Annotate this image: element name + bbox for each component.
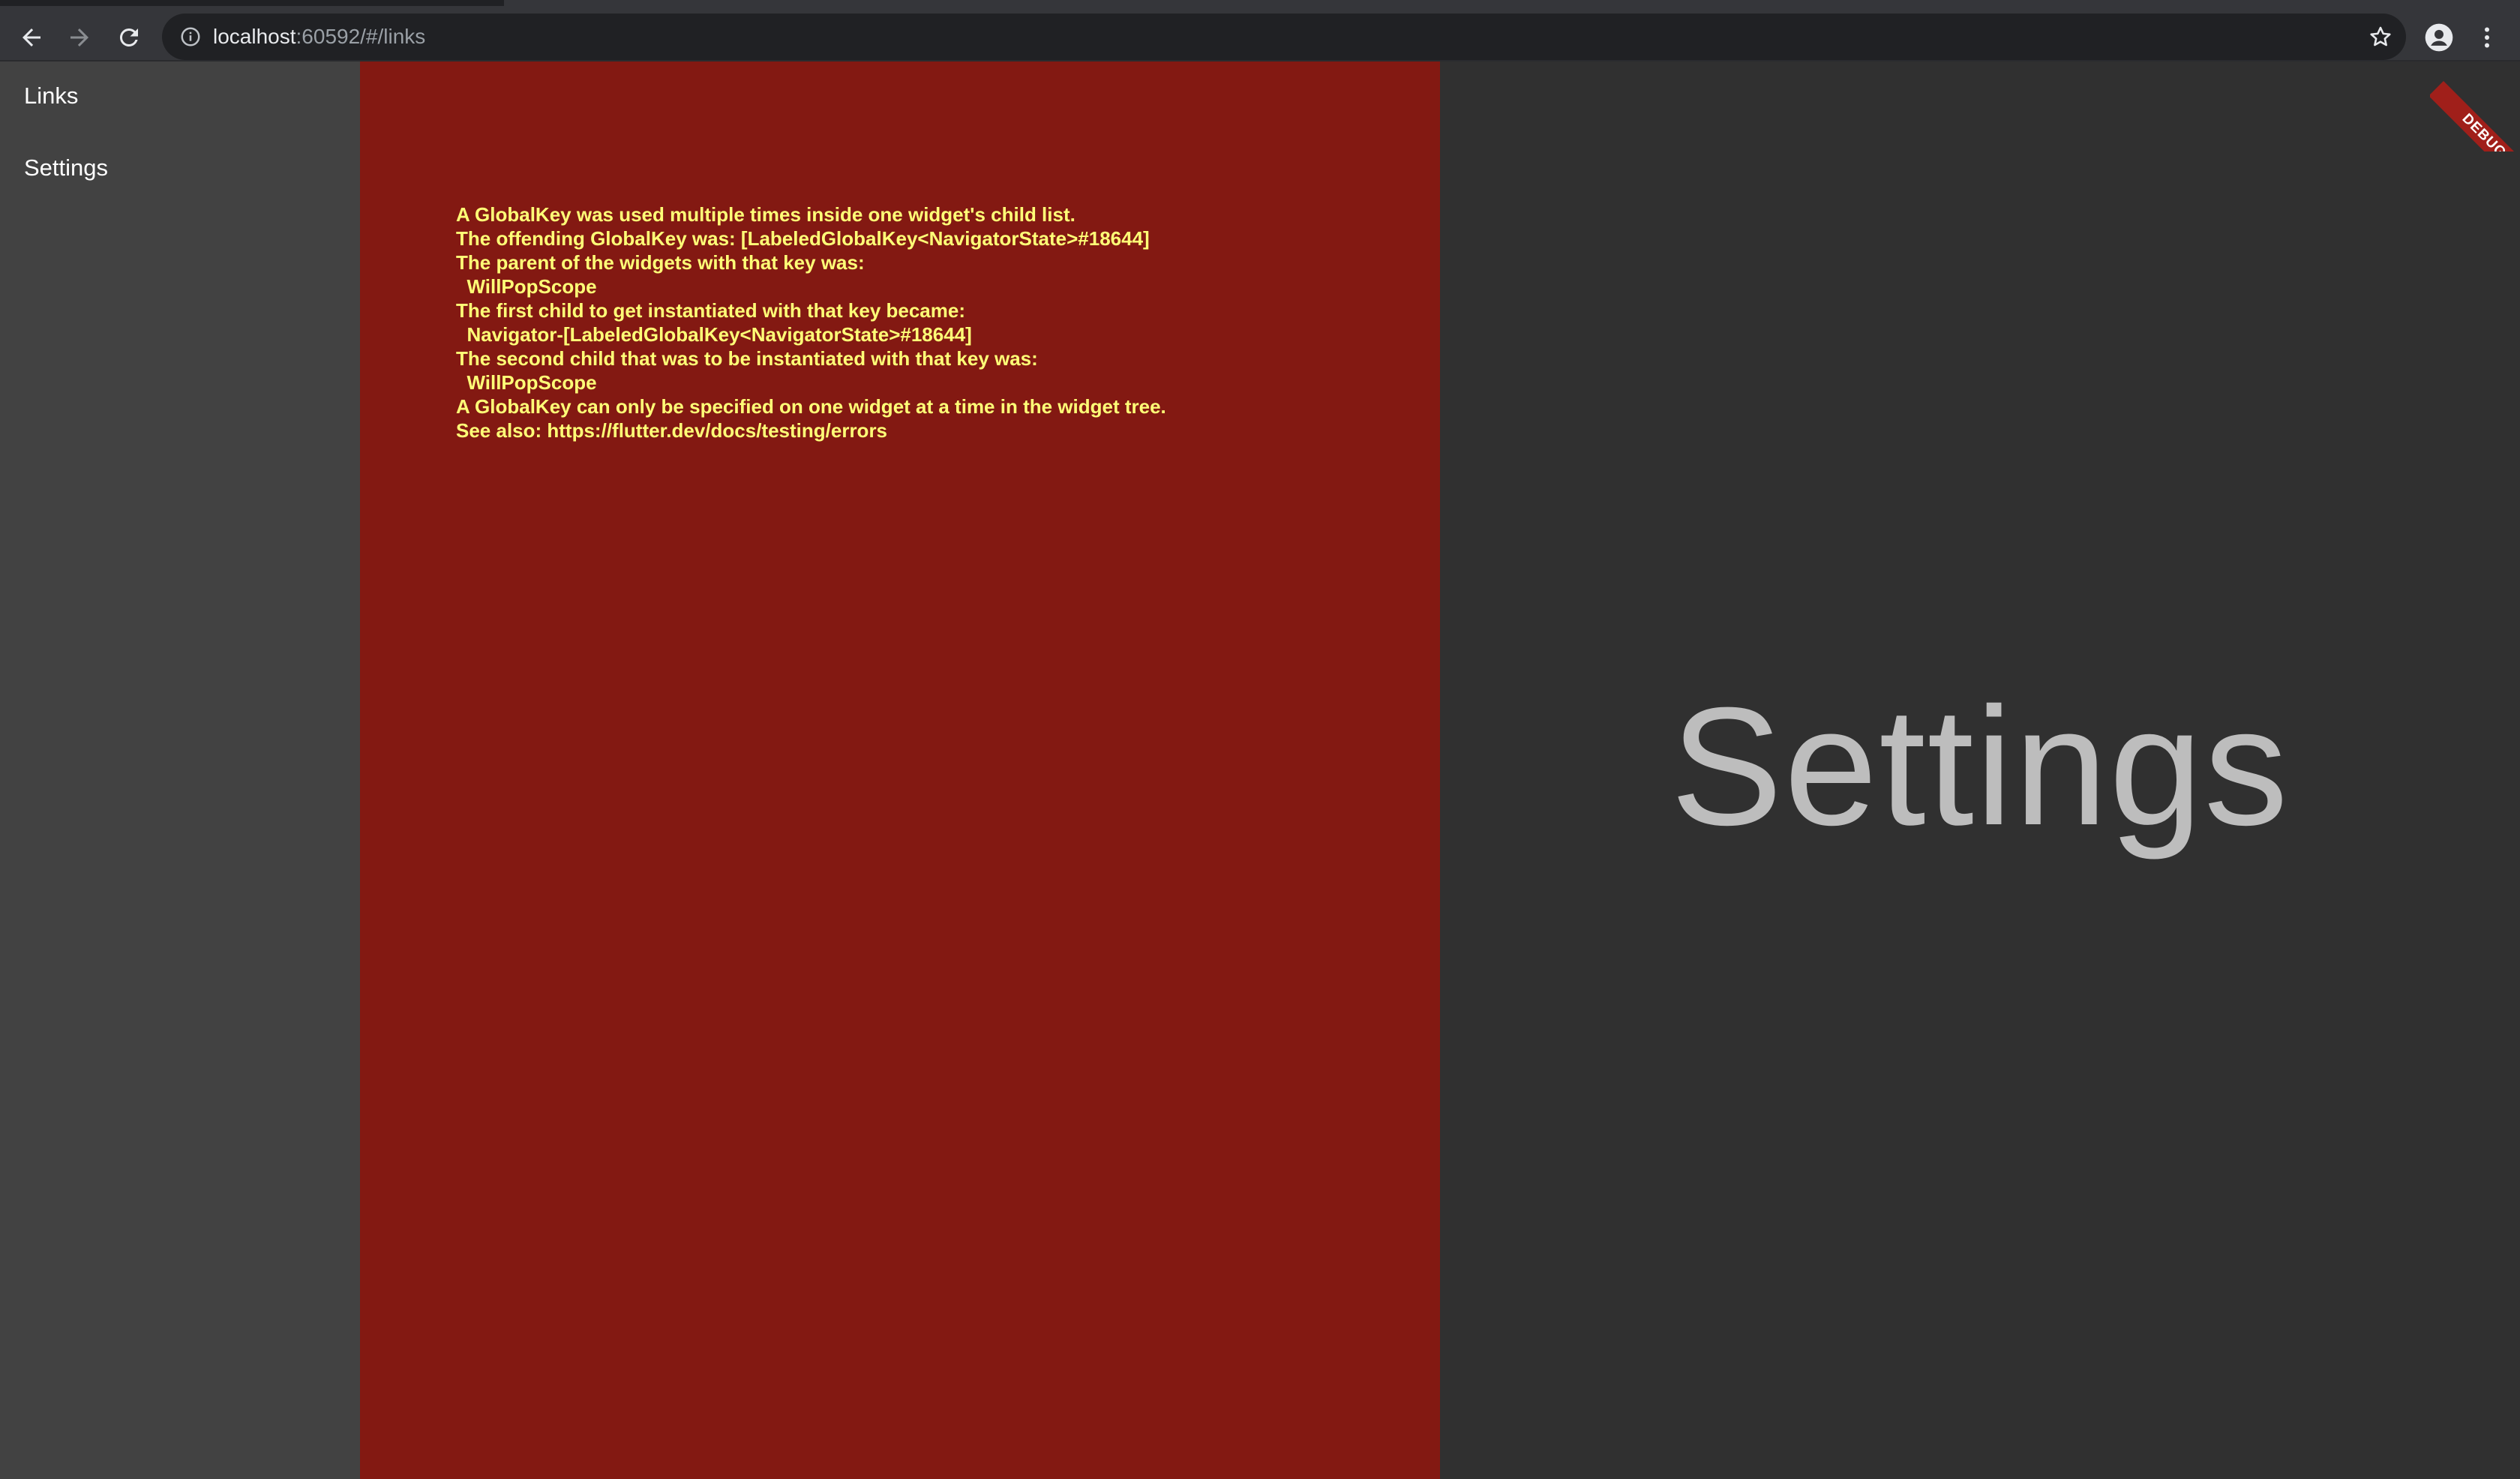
settings-heading: Settings — [1670, 673, 2290, 860]
arrow-back-icon — [22, 28, 40, 46]
error-line: A GlobalKey was used multiple times insi… — [456, 203, 1076, 226]
error-line: The offending GlobalKey was: [LabeledGlo… — [456, 227, 1150, 250]
bookmark-star-icon[interactable] — [2366, 22, 2396, 52]
profile-button[interactable] — [2416, 15, 2462, 60]
nav-drawer: Links Settings — [0, 62, 360, 1479]
arrow-forward-icon — [70, 28, 88, 46]
error-line: WillPopScope — [456, 275, 597, 298]
drawer-item-settings[interactable]: Settings — [24, 153, 108, 183]
info-icon[interactable] — [177, 23, 204, 50]
error-line: The second child that was to be instanti… — [456, 347, 1038, 370]
settings-page: Settings — [1440, 62, 2520, 1479]
error-pane: A GlobalKey was used multiple times insi… — [360, 62, 1440, 1479]
address-bar[interactable]: localhost:60592/#/links — [162, 14, 2406, 60]
drawer-item-links[interactable]: Links — [24, 81, 78, 111]
browser-toolbar: localhost:60592/#/links — [0, 6, 2520, 62]
forward-button[interactable] — [56, 15, 104, 60]
error-message: A GlobalKey was used multiple times insi… — [456, 202, 1431, 442]
error-line: The first child to get instantiated with… — [456, 299, 965, 322]
error-line: See also: https://flutter.dev/docs/testi… — [456, 419, 888, 442]
kebab-menu-icon — [2485, 27, 2489, 48]
back-button[interactable] — [8, 15, 56, 60]
reload-button[interactable] — [105, 15, 153, 60]
active-tab-edge — [504, 0, 2520, 6]
error-line: WillPopScope — [456, 371, 597, 394]
error-line: The parent of the widgets with that key … — [456, 251, 865, 274]
url-path: :60592/#/links — [296, 25, 426, 48]
app-viewport: Links Settings A GlobalKey was used mult… — [0, 62, 2520, 1479]
error-line: Navigator-[LabeledGlobalKey<NavigatorSta… — [456, 323, 972, 346]
error-line: A GlobalKey can only be specified on one… — [456, 395, 1166, 418]
reload-icon — [119, 28, 138, 46]
url-text[interactable]: localhost:60592/#/links — [213, 14, 425, 60]
tab-strip-edge — [0, 0, 2520, 6]
browser-menu-button[interactable] — [2466, 15, 2508, 60]
profile-icon — [2425, 23, 2453, 52]
url-host: localhost — [213, 25, 296, 48]
